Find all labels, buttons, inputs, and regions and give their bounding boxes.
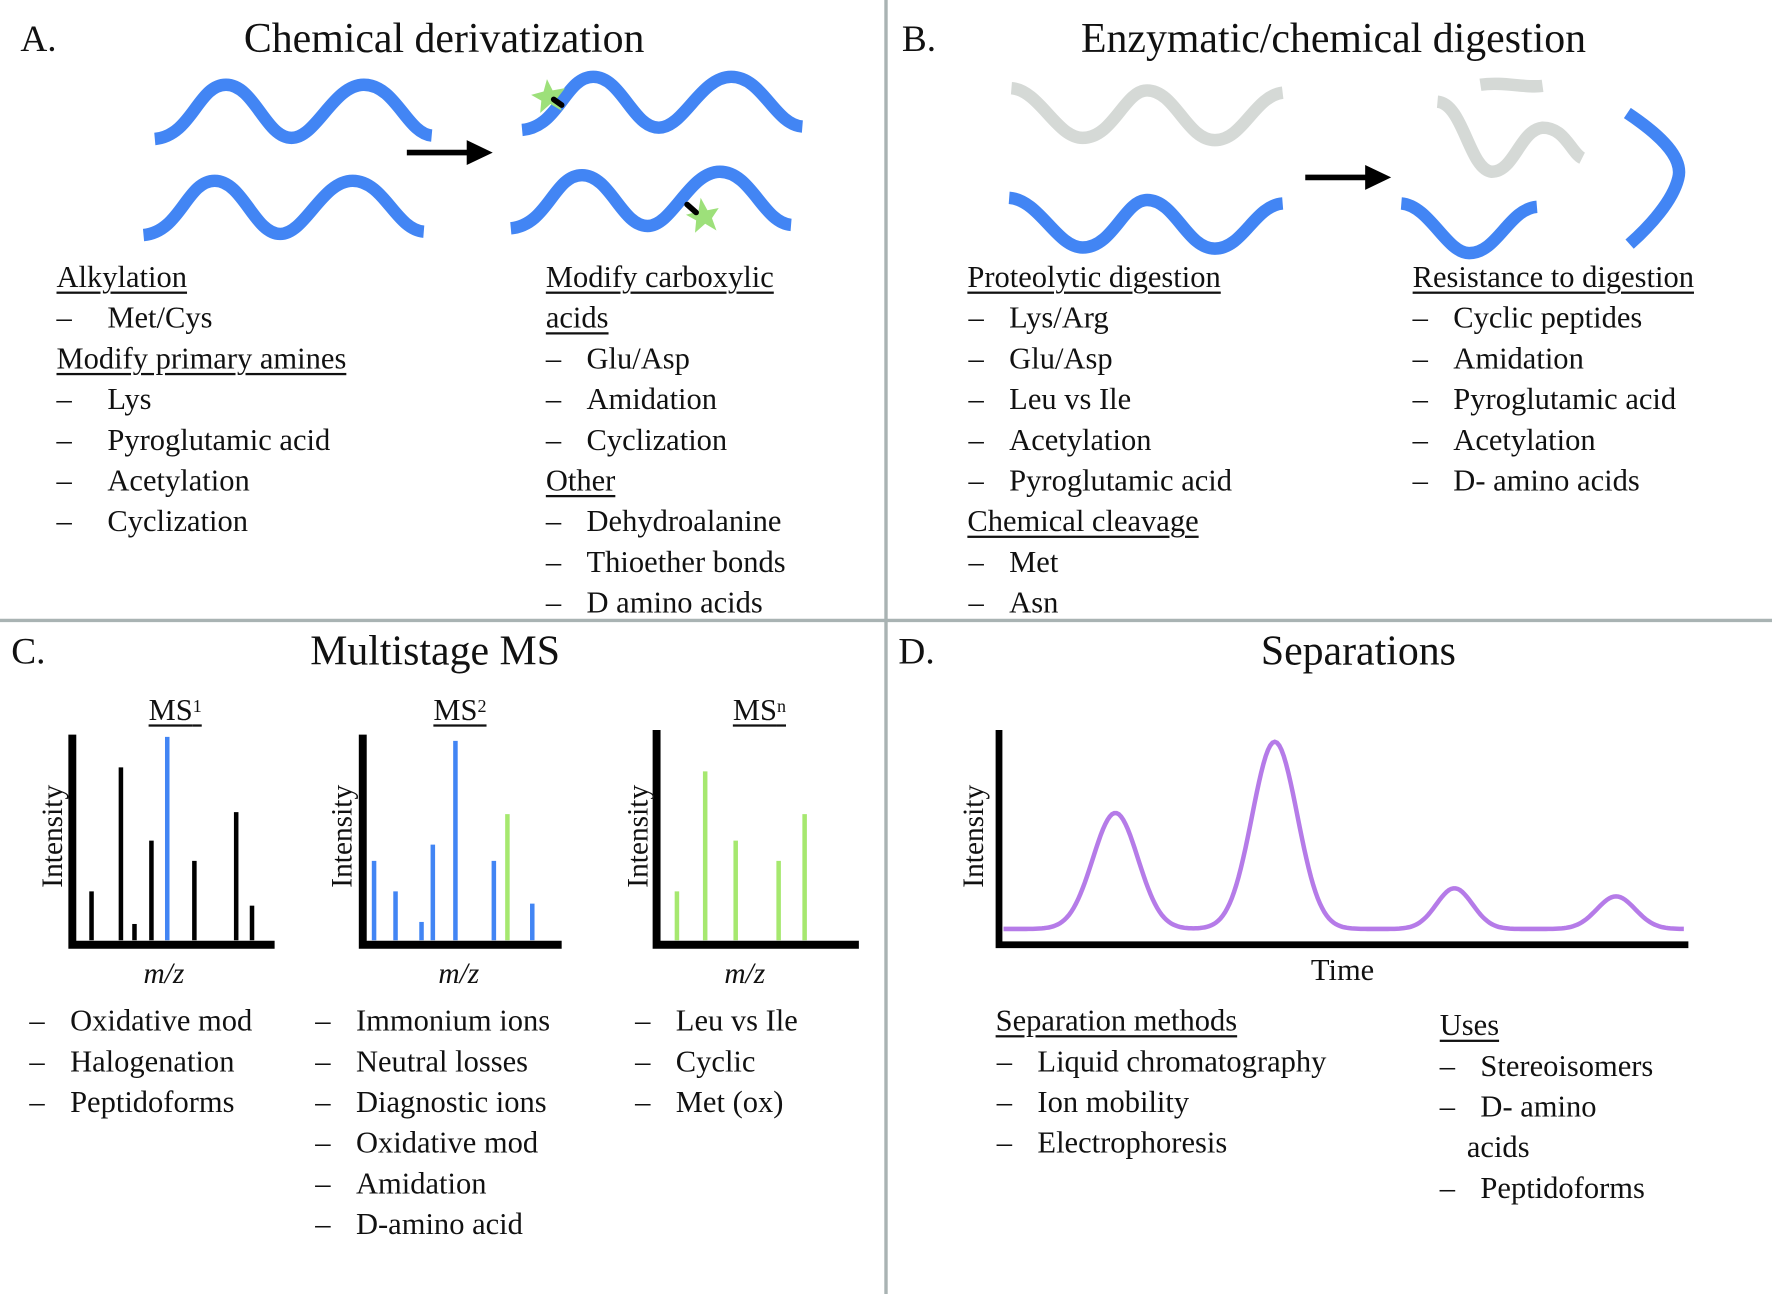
digested-peptide-ribbon xyxy=(1010,81,1285,147)
list-item: Acetylation xyxy=(1413,422,1596,458)
panel-title: Multistage MS xyxy=(310,628,560,675)
spectrum-axes xyxy=(652,730,859,949)
x-axis-label: m/z xyxy=(438,957,480,990)
section-heading: Modify carboxylic xyxy=(545,259,774,294)
peptide-fragment xyxy=(1400,197,1539,260)
section-heading: Proteolytic digestion xyxy=(967,259,1221,294)
list-item: Neutral losses xyxy=(315,1043,528,1079)
list-item-continuation: acids xyxy=(1466,1130,1530,1165)
x-axis-label: Time xyxy=(1310,952,1375,987)
list-item: Pyroglutamic acid xyxy=(1413,381,1677,417)
arrow-icon xyxy=(406,140,493,165)
digested-fragment xyxy=(1479,77,1544,93)
list-item: Amidation xyxy=(315,1165,486,1201)
list-item: Liquid chromatography xyxy=(997,1043,1327,1079)
chromatogram-axes xyxy=(995,730,1689,949)
figure: A. Chemical derivatization B. Enzymatic/… xyxy=(0,0,1772,1297)
panel-title: Separations xyxy=(1260,628,1456,675)
panel-title: Chemical derivatization xyxy=(243,15,645,63)
list-item: Met xyxy=(969,544,1058,580)
digested-fragment xyxy=(1435,95,1586,178)
list-item: Electrophoresis xyxy=(997,1124,1227,1160)
list-item: Oxidative mod xyxy=(29,1002,252,1038)
list-item: Acetylation xyxy=(969,422,1152,458)
panel-letter: C. xyxy=(11,631,46,673)
panel-title: Enzymatic/chemical digestion xyxy=(1080,15,1587,63)
spectrum-title: MS1 xyxy=(148,692,202,727)
arrow-icon xyxy=(1305,164,1392,190)
list-item: D amino acids xyxy=(546,584,763,620)
list-item: Met (ox) xyxy=(635,1084,783,1120)
list-item: D- amino xyxy=(1440,1088,1597,1124)
modified-peptide-ribbon xyxy=(509,165,793,235)
y-axis-label: Intensity xyxy=(325,784,359,888)
list-item: Stereoisomers xyxy=(1440,1048,1654,1084)
list-item: Peptidoforms xyxy=(1440,1170,1645,1206)
list-item: Immonium ions xyxy=(315,1002,550,1038)
list-item: Leu vs Ile xyxy=(969,381,1132,417)
list-item: Cyclization xyxy=(546,422,727,458)
peptide-ribbon xyxy=(1007,191,1284,255)
list-item: Cyclic peptides xyxy=(1413,299,1643,335)
spectrum-title: MS2 xyxy=(433,692,487,727)
spectrum-axes xyxy=(68,734,275,949)
list-item: Amidation xyxy=(1413,340,1584,376)
list-item: D-amino acid xyxy=(315,1206,523,1242)
list-item: Oxidative mod xyxy=(315,1124,538,1160)
y-axis-label: Intensity xyxy=(621,784,655,888)
list-item: Ion mobility xyxy=(997,1084,1189,1120)
cyclic-peptide-fragment xyxy=(1623,107,1686,249)
section-heading: Separation methods xyxy=(995,1003,1238,1038)
section-heading: Other xyxy=(545,463,616,498)
peptide-ribbon xyxy=(142,174,426,242)
panel-letter: D. xyxy=(898,631,935,673)
list-item: Dehydroalanine xyxy=(546,503,782,539)
peptide-ribbon xyxy=(153,78,434,146)
section-heading: Chemical cleavage xyxy=(967,504,1199,538)
y-axis-label: Intensity xyxy=(36,784,69,888)
section-heading: Alkylation xyxy=(56,259,188,294)
list-item: D- amino acids xyxy=(1413,462,1640,498)
panel-letter: B. xyxy=(901,19,937,60)
chromatogram-trace xyxy=(1003,739,1684,932)
list-item: Pyroglutamic acid xyxy=(968,462,1232,498)
list-item: Halogenation xyxy=(29,1043,234,1079)
list-item: Lys/Arg xyxy=(968,299,1108,335)
y-axis-label: Intensity xyxy=(957,784,990,888)
list-item: Glu/Asp xyxy=(546,340,690,376)
section-heading: Modify primary amines xyxy=(56,341,347,376)
list-item: Lys xyxy=(56,381,151,417)
section-heading: Resistance to digestion xyxy=(1412,259,1694,294)
x-axis-label: m/z xyxy=(143,957,185,990)
list-item: Pyroglutamic acid xyxy=(56,422,330,458)
section-heading: acids xyxy=(545,300,609,335)
list-item: Diagnostic ions xyxy=(315,1084,546,1120)
label-star-icon xyxy=(684,197,719,233)
list-item: Amidation xyxy=(546,381,717,417)
list-item: Peptidoforms xyxy=(30,1084,235,1120)
list-item: Glu/Asp xyxy=(969,340,1113,376)
modified-peptide-ribbon xyxy=(520,70,804,137)
list-item: Cyclic xyxy=(635,1043,756,1079)
list-item: Cyclization xyxy=(56,503,248,539)
list-item: Met/Cys xyxy=(56,299,212,335)
list-item: Thioether bonds xyxy=(546,544,786,580)
list-item: Leu vs Ile xyxy=(635,1002,798,1038)
list-item: Asn xyxy=(969,584,1058,620)
panel-letter: A. xyxy=(20,19,57,60)
spectrum-title: MSn xyxy=(732,692,787,727)
section-heading: Uses xyxy=(1439,1008,1500,1042)
list-item: Acetylation xyxy=(57,462,250,498)
x-axis-label: m/z xyxy=(724,957,766,990)
